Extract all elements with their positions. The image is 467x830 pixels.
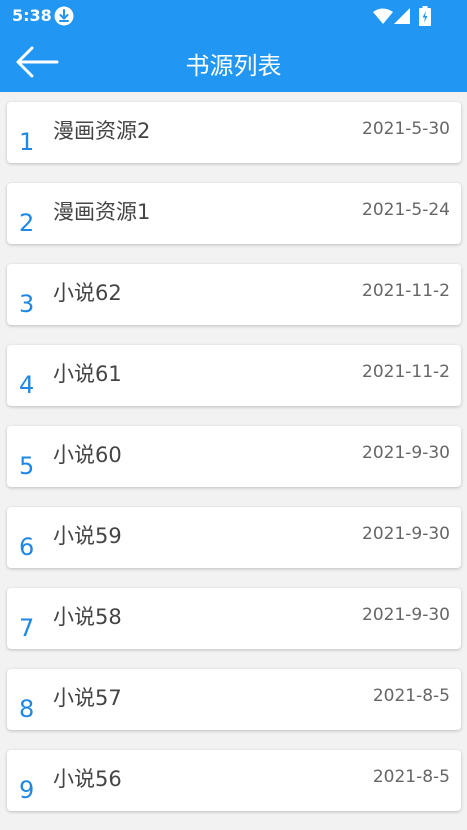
battery-icon [419, 6, 431, 26]
item-name: 漫画资源1 [53, 200, 151, 224]
status-bar: 5:38 [0, 0, 467, 32]
source-list-item[interactable]: 7 小说58 2021-9-30 [7, 588, 461, 649]
item-name: 漫画资源2 [53, 119, 151, 143]
item-date: 2021-8-5 [372, 686, 450, 706]
item-date: 2021-9-30 [362, 443, 450, 463]
item-name: 小说61 [53, 362, 122, 386]
arrow-left-icon [16, 46, 59, 78]
source-list-item[interactable]: 8 小说57 2021-8-5 [7, 669, 461, 730]
item-name: 小说60 [53, 443, 122, 467]
item-index: 8 [19, 695, 35, 723]
item-index: 4 [19, 371, 35, 399]
item-index: 3 [19, 290, 35, 318]
app-bar: 书源列表 [0, 32, 467, 92]
item-date: 2021-11-2 [362, 362, 450, 382]
source-list-item[interactable]: 5 小说60 2021-9-30 [7, 426, 461, 487]
source-list-item[interactable]: 4 小说61 2021-11-2 [7, 345, 461, 406]
item-index: 6 [19, 533, 35, 561]
item-name: 小说58 [53, 605, 122, 629]
source-list-item[interactable]: 9 小说56 2021-8-5 [7, 750, 461, 811]
wifi-icon [373, 8, 393, 24]
back-button[interactable] [10, 40, 64, 84]
item-name: 小说56 [53, 767, 122, 791]
page-title: 书源列表 [185, 52, 282, 80]
source-list-item[interactable]: 3 小说62 2021-11-2 [7, 264, 461, 325]
item-name: 小说59 [53, 524, 122, 548]
item-date: 2021-9-30 [362, 524, 450, 544]
item-index: 2 [19, 209, 35, 237]
item-date: 2021-8-5 [372, 767, 450, 787]
item-index: 9 [19, 776, 35, 804]
item-date: 2021-5-30 [362, 119, 450, 139]
source-list-item[interactable]: 6 小说59 2021-9-30 [7, 507, 461, 568]
item-date: 2021-11-2 [362, 281, 450, 301]
item-index: 7 [19, 614, 35, 642]
source-list-item[interactable]: 2 漫画资源1 2021-5-24 [7, 183, 461, 244]
item-date: 2021-9-30 [362, 605, 450, 625]
status-time: 5:38 [12, 6, 52, 25]
source-list-item[interactable]: 1 漫画资源2 2021-5-30 [7, 102, 461, 163]
item-index: 5 [19, 452, 35, 480]
signal-icon [394, 8, 410, 24]
item-date: 2021-5-24 [362, 200, 450, 220]
download-icon [54, 6, 74, 26]
item-name: 小说62 [53, 281, 122, 305]
item-index: 1 [19, 128, 35, 156]
item-name: 小说57 [53, 686, 122, 710]
